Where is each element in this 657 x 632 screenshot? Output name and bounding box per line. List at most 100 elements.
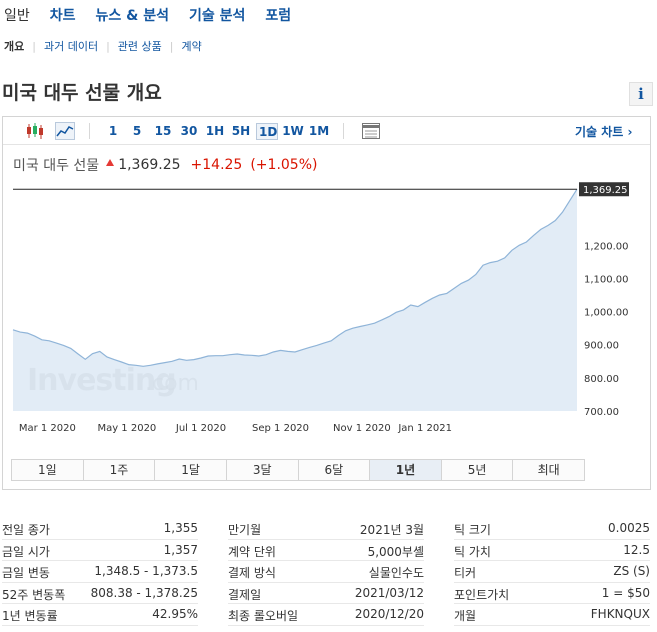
range-6m[interactable]: 6달	[298, 460, 371, 480]
stat-value: 2021년 3월	[359, 523, 424, 537]
stat-value: 2020/12/20	[354, 607, 424, 621]
nav-tab-technical[interactable]: 기술 분석	[189, 5, 245, 25]
divider	[89, 123, 90, 139]
quote-price: 1,369.25	[118, 157, 181, 173]
timeframe-1d[interactable]: 1D	[256, 123, 278, 140]
y-tick-label: 800.00	[584, 374, 619, 385]
stat-row: 금일 시가 1,357	[2, 540, 198, 561]
series-area	[13, 189, 577, 411]
stat-value: 42.95%	[152, 607, 198, 621]
data-table-icon[interactable]	[362, 123, 380, 139]
stat-row: 틱 크기 0.0025	[454, 518, 650, 540]
price-chart[interactable]: Investing.com1,369.25700.00800.00900.001…	[3, 179, 650, 451]
range-max[interactable]: 최대	[513, 460, 584, 480]
stat-row: 1년 변동률 42.95%	[2, 604, 198, 626]
last-price-label: 1,369.25	[583, 185, 628, 196]
nav-tab-chart[interactable]: 차트	[50, 5, 76, 25]
stat-value: FHKNQUX	[590, 607, 650, 621]
stat-label: 포인트가치	[454, 587, 510, 602]
divider	[343, 123, 344, 139]
timeframe-1[interactable]: 1	[107, 123, 119, 140]
stat-value: 1,355	[163, 521, 198, 535]
nav-tab-news[interactable]: 뉴스 & 분석	[96, 5, 169, 25]
divider: |	[32, 39, 36, 53]
chart-toolbar: 1 5 15 30 1H 5H 1D 1W 1M 기술 차트 ›	[3, 117, 650, 145]
range-1y[interactable]: 1년	[370, 460, 442, 480]
sub-nav: 개요 | 과거 데이터 | 관련 상품 | 계약	[0, 36, 202, 56]
chart-panel: 1 5 15 30 1H 5H 1D 1W 1M 기술 차트 › 미국 대두 선…	[2, 116, 651, 490]
stat-row: 틱 가치 12.5	[454, 540, 650, 561]
timeframe-15[interactable]: 15	[154, 123, 172, 140]
stat-row: 만기월 2021년 3월	[228, 518, 424, 540]
stat-label: 결제일	[228, 587, 262, 602]
x-tick-label: Sep 1 2020	[252, 423, 309, 434]
range-1w[interactable]: 1주	[83, 460, 156, 480]
stats-column-price: 전일 종가 1,355 금일 시가 1,357 금일 변동 1,348.5 - 1,3…	[2, 518, 198, 626]
nav-tab-general[interactable]: 일반	[4, 5, 30, 25]
stat-row: 포인트가치 1 = $50	[454, 583, 650, 604]
area-chart-icon[interactable]	[55, 122, 75, 140]
stat-row: 결제 방식 실물인수도	[228, 561, 424, 583]
timeframe-1w[interactable]: 1W	[282, 123, 304, 140]
technical-chart-link[interactable]: 기술 차트 ›	[575, 123, 632, 140]
range-selector: 1일 1주 1달 3달 6달 1년 5년 최대	[11, 459, 585, 481]
stat-row: 전일 종가 1,355	[2, 518, 198, 540]
timeframe-30[interactable]: 30	[180, 123, 198, 140]
y-tick-label: 700.00	[584, 407, 619, 418]
stats-column-tick: 틱 크기 0.0025 틱 가치 12.5 티커 ZS (S) 포인트가치 1 = $5…	[454, 518, 650, 626]
stat-row: 금일 변동 1,348.5 - 1,373.5	[2, 561, 198, 583]
stat-label: 최종 롤오버일	[228, 609, 299, 623]
stat-label: 개월	[454, 609, 477, 623]
page-title: 미국 대두 선물 개요	[2, 82, 162, 104]
quote-line: 미국 대두 선물 1,369.25 +14.25 (+1.05%)	[13, 155, 317, 175]
sub-tab-contract[interactable]: 계약	[182, 38, 202, 54]
stat-row: 개월 FHKNQUX	[454, 604, 650, 626]
sub-tab-related[interactable]: 관련 상품	[118, 38, 162, 54]
range-1m[interactable]: 1달	[155, 460, 227, 480]
candlestick-icon[interactable]	[25, 122, 45, 140]
quote-name: 미국 대두 선물	[13, 158, 100, 174]
divider: |	[106, 39, 110, 53]
stat-value: 808.38 - 1,378.25	[90, 585, 198, 600]
stat-label: 52주 변동폭	[2, 587, 66, 602]
stat-row: 최종 롤오버일 2020/12/20	[228, 604, 424, 626]
divider: |	[169, 39, 174, 53]
stat-value: 1 = $50	[601, 585, 650, 600]
x-tick-label: Jul 1 2020	[175, 423, 226, 434]
stat-row: 52주 변동폭 808.38 - 1,378.25	[2, 583, 198, 604]
y-tick-label: 1,000.00	[584, 308, 629, 319]
range-1d[interactable]: 1일	[12, 460, 84, 480]
nav-tab-forum[interactable]: 포럼	[265, 5, 291, 25]
y-tick-label: 900.00	[584, 341, 619, 352]
stat-value: 5,000부셸	[367, 544, 424, 559]
stat-row: 계약 단위 5,000부셸	[228, 540, 424, 561]
timeframe-1h[interactable]: 1H	[205, 123, 225, 140]
info-icon[interactable]: i	[629, 82, 653, 106]
stat-label: 만기월	[228, 523, 262, 537]
quote-change: +14.25	[190, 157, 243, 173]
timeframe-1m[interactable]: 1M	[308, 123, 330, 140]
stat-row: 티커 ZS (S)	[454, 561, 650, 583]
stat-label: 금일 변동	[2, 566, 50, 580]
quote-change-pct: (+1.05%)	[250, 157, 318, 173]
x-tick-label: Nov 1 2020	[333, 423, 391, 434]
sub-tab-historical[interactable]: 과거 데이터	[44, 38, 98, 54]
x-tick-label: Mar 1 2020	[19, 423, 76, 434]
timeframe-5h[interactable]: 5H	[231, 123, 251, 140]
timeframe-5[interactable]: 5	[131, 123, 143, 140]
stat-value: 실물인수도	[368, 566, 424, 580]
stats-column-contract: 만기월 2021년 3월 계약 단위 5,000부셸 결제 방식 실물인수도 결제일 2…	[228, 518, 424, 626]
stat-label: 틱 가치	[454, 544, 491, 559]
sub-tab-overview[interactable]: 개요	[4, 38, 24, 54]
y-tick-label: 1,100.00	[584, 274, 629, 285]
stat-value: 1,348.5 - 1,373.5	[94, 564, 198, 578]
stat-label: 틱 크기	[454, 523, 491, 537]
stat-value: 1,357	[163, 542, 198, 557]
stat-label: 금일 시가	[2, 544, 50, 559]
stat-label: 결제 방식	[228, 566, 276, 580]
stat-value: 12.5	[623, 542, 650, 557]
range-5y[interactable]: 5년	[441, 460, 514, 480]
range-3m[interactable]: 3달	[226, 460, 299, 480]
up-arrow-icon	[106, 158, 115, 166]
stat-row: 결제일 2021/03/12	[228, 583, 424, 604]
